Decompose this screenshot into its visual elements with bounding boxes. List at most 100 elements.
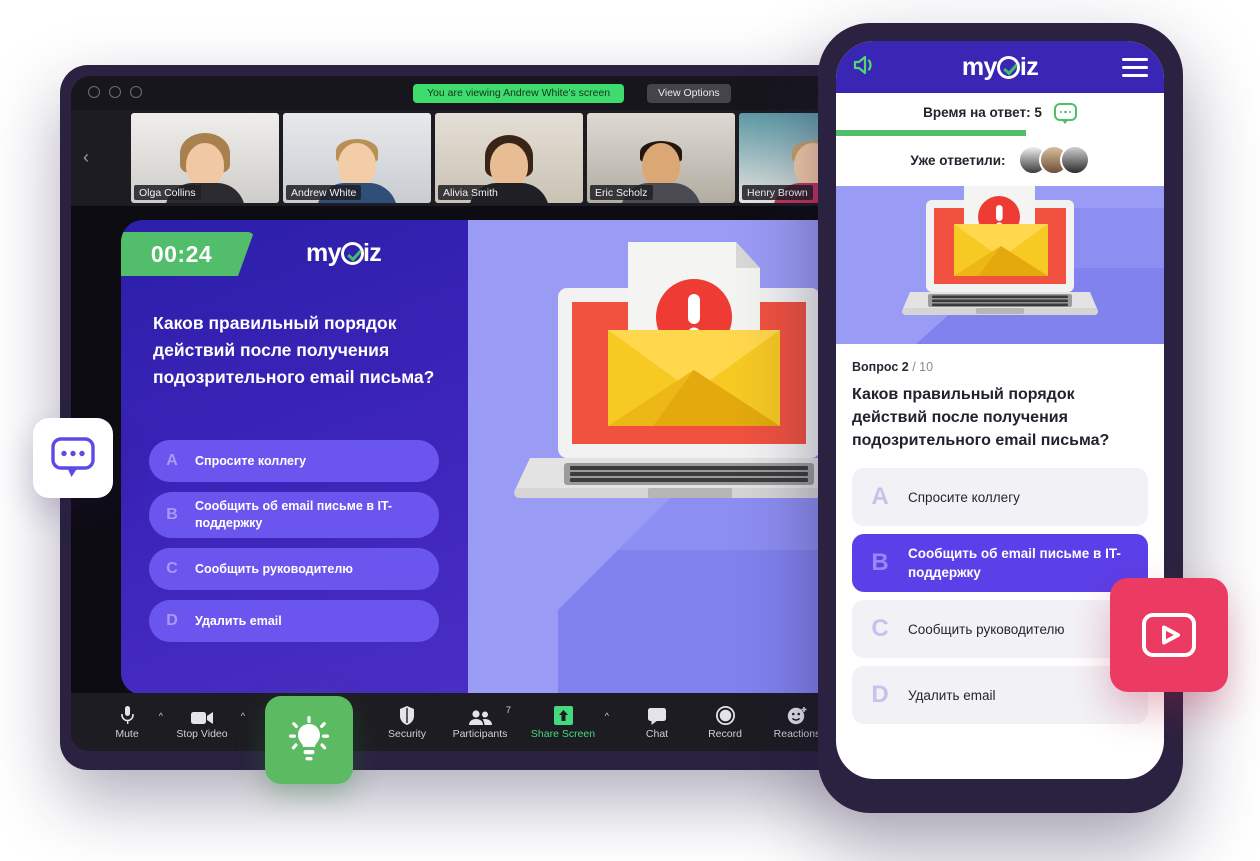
avatar <box>1059 145 1090 175</box>
microphone-icon <box>120 705 134 725</box>
answered-row: Уже ответили: <box>836 136 1164 186</box>
zoom-titlebar: You are viewing Andrew White's screen Vi… <box>71 76 850 110</box>
answer-time-label: Время на ответ: 5 <box>923 104 1042 120</box>
participant-tile[interactable]: Olga Collins <box>131 113 279 203</box>
toolbar-record-button[interactable]: Record <box>691 705 759 740</box>
chevron-up-icon[interactable]: ^ <box>241 711 245 721</box>
answer-text: Сообщить руководителю <box>908 621 1065 637</box>
toolbar-stop-video-button[interactable]: Stop Video ^ <box>161 705 245 740</box>
toolbar-mute-button[interactable]: Mute ^ <box>93 705 163 740</box>
quiz-answer-b[interactable]: B Сообщить об email письме в IT-поддержк… <box>149 492 439 538</box>
phone-answer-b-selected[interactable]: B Сообщить об email письме в IT-поддержк… <box>852 534 1148 592</box>
phone-illustration <box>836 186 1164 344</box>
screenshot-root: You are viewing Andrew White's screen Vi… <box>0 0 1260 861</box>
video-play-icon <box>1142 613 1196 657</box>
quiz-answer-d[interactable]: D Удалить email <box>149 600 439 642</box>
maximize-window-icon[interactable] <box>130 86 142 98</box>
answer-text: Удалить email <box>195 613 282 628</box>
answer-letter: C <box>166 560 178 577</box>
menu-line <box>1122 73 1148 77</box>
toolbar-chat-button[interactable]: Chat <box>623 705 691 740</box>
answer-letter: C <box>871 615 889 642</box>
menu-line <box>1122 57 1148 61</box>
quiz-slide-left: 00:24 my iz Каков правильный порядок дейс… <box>121 220 468 695</box>
myquiz-logo: my iz <box>306 239 382 268</box>
quiz-answer-a[interactable]: A Спросите коллегу <box>149 440 439 482</box>
quiz-timer: 00:24 <box>121 232 254 276</box>
toolbar-participants-button[interactable]: Participants 7 <box>441 705 519 740</box>
quiz-answer-c[interactable]: C Сообщить руководителю <box>149 548 439 590</box>
logo-text-my: my <box>306 239 342 267</box>
participant-name: Alivia Smith <box>438 185 503 200</box>
view-options-button[interactable]: View Options <box>647 84 731 103</box>
phone-header: my iz <box>836 41 1164 93</box>
logo-text-iz: iz <box>1019 52 1039 81</box>
close-window-icon[interactable] <box>88 86 100 98</box>
toolbar-label: Stop Video <box>176 727 228 740</box>
speaker-icon <box>853 55 872 74</box>
video-camera-icon <box>191 705 213 725</box>
minimize-window-icon[interactable] <box>109 86 121 98</box>
zoom-toolbar: Mute ^ Stop Video ^ Security Participant… <box>71 693 850 751</box>
suspicious-email-illustration-mobile <box>836 186 1164 344</box>
participant-strip: ‹ Olga Collins Andrew White Alivia Smith… <box>71 110 850 206</box>
toolbar-security-button[interactable]: Security <box>373 705 441 740</box>
answer-letter: A <box>871 483 889 510</box>
participant-name: Eric Scholz <box>590 185 653 200</box>
video-floating-card[interactable] <box>1110 578 1228 692</box>
toolbar-label: Share Screen <box>530 727 596 740</box>
toolbar-label: Participants <box>452 727 508 740</box>
lightbulb-icon <box>289 716 329 761</box>
participant-name: Henry Brown <box>742 185 813 200</box>
check-circle-icon <box>340 242 364 265</box>
phone-status-section: Время на ответ: 5 Уже ответили: <box>836 93 1164 186</box>
toolbar-label: Mute <box>115 727 139 740</box>
record-circle-icon <box>715 705 735 725</box>
toolbar-label: Chat <box>645 727 669 740</box>
answer-letter: B <box>166 506 178 523</box>
hamburger-menu-button[interactable] <box>1122 53 1148 82</box>
quiz-slide-illustration <box>468 220 850 695</box>
participant-tile-active[interactable]: Andrew White <box>283 113 431 203</box>
answer-text: Сообщить об email письме в IT-поддержку <box>908 546 1121 580</box>
sound-button[interactable] <box>852 54 878 81</box>
suspicious-email-illustration <box>514 242 850 695</box>
chevron-left-icon[interactable]: ‹ <box>83 148 97 166</box>
answered-avatars <box>1017 145 1090 175</box>
smiley-plus-icon <box>787 705 808 725</box>
shield-icon <box>399 705 415 725</box>
answer-text: Сообщить руководителю <box>195 561 353 576</box>
phone-answer-a[interactable]: A Спросите коллегу <box>852 468 1148 526</box>
participants-count: 7 <box>505 704 511 716</box>
answer-text: Сообщить об email письме в IT-поддержку <box>195 499 393 530</box>
participant-tile[interactable]: Eric Scholz <box>587 113 735 203</box>
phone-answer-d[interactable]: D Удалить email <box>852 666 1148 724</box>
share-screen-icon <box>553 705 573 725</box>
answer-letter: D <box>871 681 889 708</box>
answer-letter: B <box>871 549 889 576</box>
quiz-question: Каков правильный порядок действий после … <box>153 313 435 387</box>
chat-bubble-dots-icon <box>51 437 95 477</box>
participant-name: Andrew White <box>286 185 362 200</box>
answer-text: Спросите коллегу <box>908 489 1020 505</box>
participant-name: Olga Collins <box>134 185 201 200</box>
menu-line <box>1122 65 1148 69</box>
participant-tile[interactable]: Alivia Smith <box>435 113 583 203</box>
logo-text-iz: iz <box>362 239 382 267</box>
chevron-up-icon[interactable]: ^ <box>605 711 609 721</box>
toolbar-label: Reactions <box>773 727 821 740</box>
toolbar-share-screen-button[interactable]: Share Screen ^ <box>519 705 609 740</box>
window-traffic-lights[interactable] <box>88 86 142 98</box>
answer-text: Удалить email <box>908 687 996 703</box>
phone-answer-c[interactable]: C Сообщить руководителю <box>852 600 1148 658</box>
myquiz-logo-mobile: my iz <box>962 52 1039 82</box>
chat-floating-card[interactable] <box>33 418 113 498</box>
question-number: Вопрос 2 <box>852 360 909 374</box>
quiz-answers: A Спросите коллегу B Сообщить об email п… <box>149 440 439 652</box>
answer-text: Спросите коллегу <box>195 453 307 468</box>
question-total: / 10 <box>912 360 934 374</box>
phone-question-text: Каков правильный порядок действий после … <box>852 386 1110 449</box>
lightbulb-button[interactable] <box>265 696 353 784</box>
chat-bubble-icon[interactable] <box>1053 103 1077 124</box>
check-circle-icon <box>996 55 1020 79</box>
